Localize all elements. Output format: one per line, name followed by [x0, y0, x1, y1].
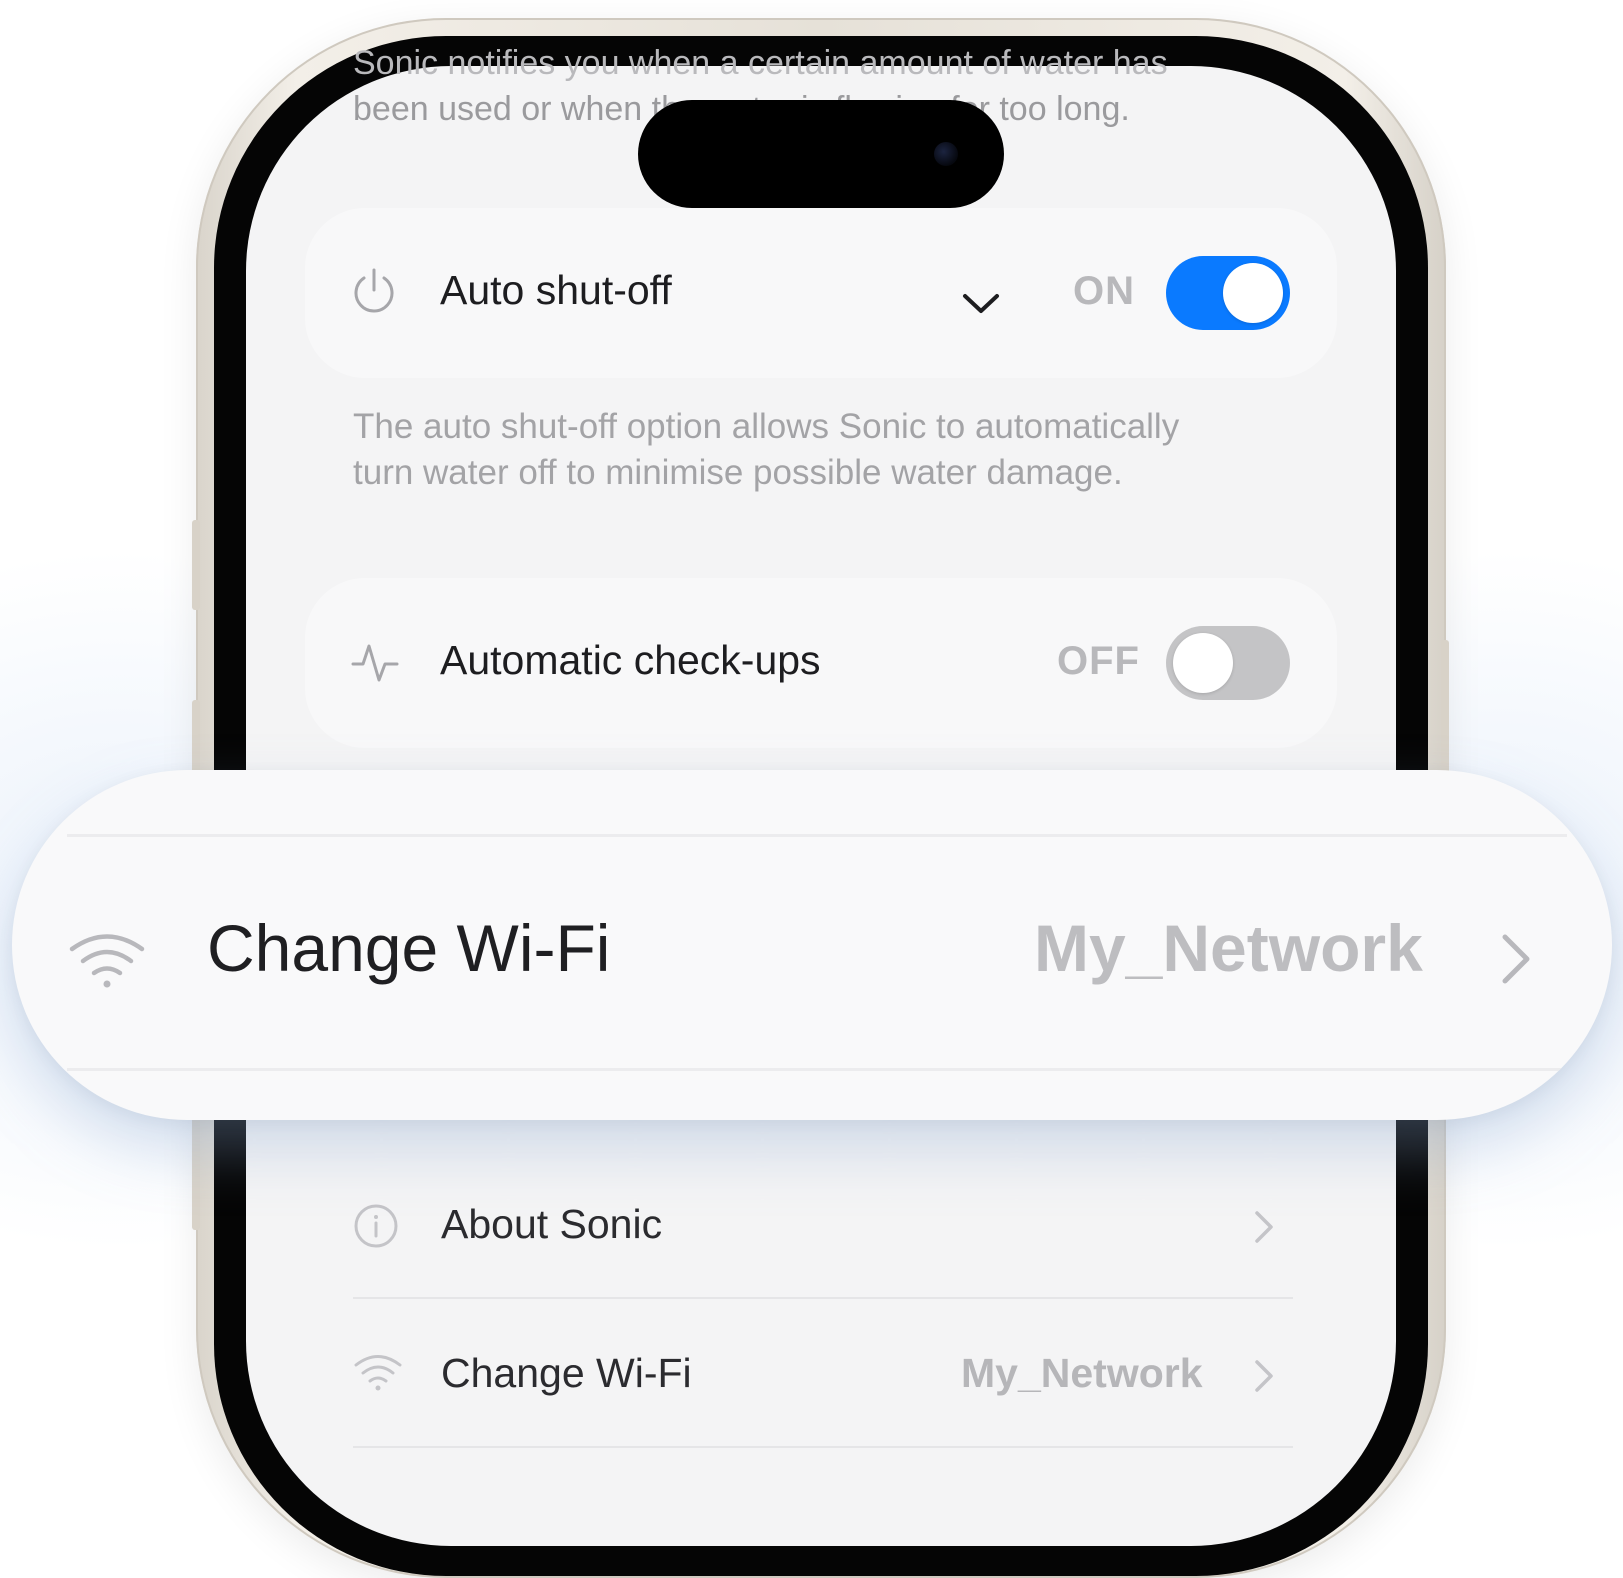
change-wifi-label: Change Wi-Fi — [207, 911, 611, 985]
toggle-knob — [1173, 633, 1233, 693]
power-icon — [354, 268, 394, 313]
change-wifi-zoom-card[interactable]: Change Wi-Fi My_Network — [12, 770, 1612, 1120]
divider — [353, 1297, 1293, 1299]
wifi-network-value: My_Network — [961, 1350, 1203, 1396]
automatic-checkups-toggle[interactable] — [1166, 626, 1290, 700]
change-wifi-label: Change Wi-Fi — [441, 1350, 692, 1396]
dynamic-island — [638, 100, 1004, 208]
divider — [67, 834, 1567, 837]
automatic-checkups-label: Automatic check-ups — [440, 637, 821, 683]
camera-icon — [934, 142, 958, 166]
auto-shutoff-description: The auto shut-off option allows Sonic to… — [353, 404, 1253, 496]
info-icon — [354, 1204, 398, 1248]
wifi-icon — [69, 934, 145, 988]
chevron-right-icon[interactable] — [1500, 932, 1532, 986]
divider — [353, 1446, 1293, 1448]
auto-shutoff-description-line: turn water off to minimise possible wate… — [353, 453, 1123, 492]
list-item-about-sonic[interactable]: About Sonic — [353, 1175, 1293, 1275]
auto-shutoff-state: ON — [1073, 269, 1135, 313]
wifi-icon — [354, 1355, 402, 1391]
auto-shutoff-label: Auto shut-off — [440, 267, 672, 313]
chevron-right-icon — [1255, 1360, 1273, 1392]
chevron-right-icon — [1255, 1211, 1273, 1243]
pulse-icon — [351, 644, 399, 682]
chevron-down-icon[interactable] — [962, 292, 1000, 316]
list-item-change-wifi[interactable]: Change Wi-Fi My_Network — [353, 1324, 1293, 1424]
notification-description-line: Sonic notifies you when a certain amount… — [353, 44, 1168, 82]
auto-shutoff-card[interactable]: Auto shut-off ON — [305, 208, 1337, 378]
automatic-checkups-card[interactable]: Automatic check-ups OFF — [305, 578, 1337, 748]
auto-shutoff-toggle[interactable] — [1166, 256, 1290, 330]
auto-shutoff-description-line: The auto shut-off option allows Sonic to… — [353, 407, 1180, 446]
phone-side-button — [192, 520, 200, 610]
toggle-knob — [1223, 263, 1283, 323]
automatic-checkups-state: OFF — [1057, 639, 1140, 683]
wifi-network-value: My_Network — [1034, 911, 1423, 985]
divider — [67, 1068, 1567, 1071]
about-sonic-label: About Sonic — [441, 1201, 663, 1247]
